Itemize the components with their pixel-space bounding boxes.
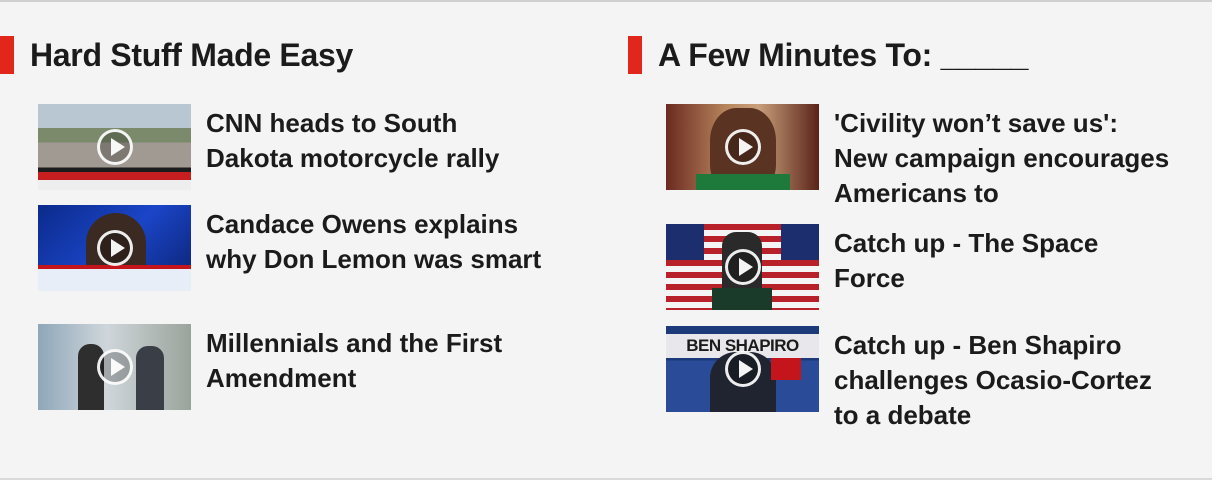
video-thumbnail[interactable] [666,104,819,190]
play-icon[interactable] [96,349,133,385]
play-icon[interactable] [96,129,133,165]
video-item[interactable]: 'Civility won’t save us': New campaign e… [666,104,1174,211]
section-title: Hard Stuff Made Easy [30,37,353,73]
section-accent-bar [628,36,642,74]
video-title-link[interactable]: Millennials and the First Amendment [206,326,546,396]
play-icon[interactable] [724,249,761,285]
video-title-link[interactable]: Catch up - The Space Force [834,226,1174,296]
video-item[interactable]: Candace Owens explains why Don Lemon was… [38,205,546,291]
play-icon[interactable] [96,230,133,266]
section-accent-bar [0,36,14,74]
top-divider [0,0,1212,2]
video-thumbnail[interactable] [38,104,191,190]
video-item[interactable]: BEN SHAPIRO Catch up - Ben Shapiro chall… [666,326,1174,433]
video-item[interactable]: Catch up - The Space Force [666,224,1174,310]
section-header: A Few Minutes To: _____ [628,34,1212,78]
video-title-link[interactable]: CNN heads to South Dakota motorcycle ral… [206,106,546,176]
video-thumbnail[interactable] [38,324,191,410]
video-thumbnail[interactable]: BEN SHAPIRO [666,326,819,412]
section-hard-stuff: Hard Stuff Made Easy CNN heads to South … [0,34,560,410]
video-thumbnail[interactable] [666,224,819,310]
video-title-link[interactable]: Catch up - Ben Shapiro challenges Ocasio… [834,328,1174,433]
video-item[interactable]: Millennials and the First Amendment [38,324,546,410]
section-header: Hard Stuff Made Easy [0,34,560,78]
video-thumbnail[interactable] [38,205,191,291]
video-title-link[interactable]: Candace Owens explains why Don Lemon was… [206,207,546,277]
play-icon[interactable] [724,351,761,387]
video-item[interactable]: CNN heads to South Dakota motorcycle ral… [38,104,546,190]
video-title-link[interactable]: 'Civility won’t save us': New campaign e… [834,106,1174,211]
section-few-minutes: A Few Minutes To: _____ 'Civility won’t … [628,34,1212,430]
play-icon[interactable] [724,129,761,165]
section-title: A Few Minutes To: _____ [658,37,1029,73]
